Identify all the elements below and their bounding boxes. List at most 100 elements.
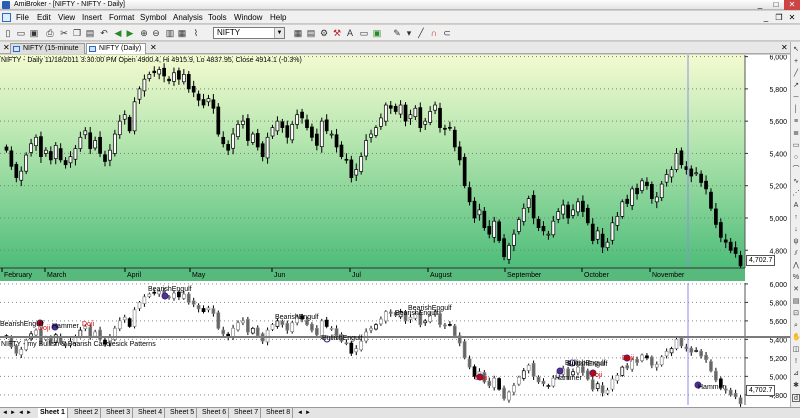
hand-icon[interactable]: ✋ <box>792 334 800 342</box>
open-icon[interactable]: ▭ <box>15 27 27 39</box>
save-icon[interactable]: ▣ <box>28 27 40 39</box>
text-tool-icon[interactable]: A <box>792 202 800 210</box>
close-button[interactable]: ✕ <box>784 0 800 10</box>
crosshair-icon[interactable]: + <box>792 58 800 66</box>
tab-close-active[interactable]: ✕ <box>150 42 157 54</box>
sheet-prev-button-2[interactable]: ◄ <box>18 409 24 418</box>
sheet-tab-2[interactable]: Sheet 2 <box>72 408 102 418</box>
sheet-next-button[interactable]: ► <box>10 409 16 418</box>
chevron-down-icon[interactable]: ▼ <box>274 28 284 38</box>
alert-icon[interactable]: ! <box>792 358 800 366</box>
channel-icon[interactable]: ≡ <box>792 118 800 126</box>
mdi-close-button[interactable]: ✕ <box>786 12 798 23</box>
menu-insert[interactable]: Insert <box>82 11 102 24</box>
arc-icon[interactable]: ⌒ <box>792 166 800 174</box>
line-tool-icon[interactable]: ╱ <box>792 70 800 78</box>
sheet-tab-6[interactable]: Sheet 6 <box>200 408 230 418</box>
line-chart-icon[interactable]: ⌇ <box>190 27 202 39</box>
new-icon[interactable]: ▯ <box>2 27 14 39</box>
hammer-icon[interactable]: ⚒ <box>331 27 343 39</box>
menu-symbol[interactable]: Symbol <box>140 11 167 24</box>
menu-window[interactable]: Window <box>234 11 262 24</box>
properties-d-icon[interactable]: d <box>792 394 800 402</box>
properties-tool-icon[interactable]: ▤ <box>792 298 800 306</box>
menu-analysis[interactable]: Analysis <box>173 11 203 24</box>
pointer-icon[interactable]: ↖ <box>792 46 800 54</box>
zoom-out-icon[interactable]: ⊖ <box>150 27 162 39</box>
undo-icon[interactable]: ↶ <box>98 27 110 39</box>
chart-svg[interactable]: 6,0005,8005,6005,4005,2005,0004,800Febru… <box>0 55 790 407</box>
tab-nifty-15-minute[interactable]: NIFTY (15-minute <box>10 43 85 54</box>
pencil-icon[interactable]: ✎ <box>391 27 403 39</box>
magnet-icon[interactable]: ∩ <box>428 27 440 39</box>
sheet-scroll-left[interactable]: ◄ <box>297 409 303 418</box>
layer-icon[interactable]: ◫ <box>792 346 800 354</box>
back-icon[interactable]: ◀ <box>112 27 124 39</box>
regression-icon[interactable]: ⫽ <box>792 250 800 258</box>
bar-chart-icon[interactable]: ▥ <box>164 27 176 39</box>
hline-icon[interactable]: ─ <box>792 94 800 102</box>
arrow-up-icon[interactable]: ↑ <box>792 214 800 222</box>
delete-icon[interactable]: ✕ <box>792 286 800 294</box>
pitchfork-icon[interactable]: ψ <box>792 238 800 246</box>
pane-splitter[interactable] <box>0 336 790 338</box>
rect-icon[interactable]: ▭ <box>792 142 800 150</box>
mdi-restore-button[interactable]: ❐ <box>773 12 785 23</box>
forward-icon[interactable]: ▶ <box>124 27 136 39</box>
sheet-tab-8[interactable]: Sheet 8 <box>264 408 294 418</box>
layout-icon[interactable]: ▦ <box>292 27 304 39</box>
sheet-tab-5[interactable]: Sheet 5 <box>168 408 198 418</box>
properties-icon[interactable]: ⚙ <box>318 27 330 39</box>
minimize-button[interactable]: _ <box>752 0 768 10</box>
sheet-tab-7[interactable]: Sheet 7 <box>232 408 262 418</box>
lock-icon[interactable]: ⊡ <box>792 310 800 318</box>
cut-icon[interactable]: ✂ <box>58 27 70 39</box>
menu-view[interactable]: View <box>58 11 75 24</box>
dictionary-icon[interactable]: ▭ <box>358 27 370 39</box>
menu-file[interactable]: File <box>16 11 29 24</box>
zigzag-icon[interactable]: ⋀ <box>792 262 800 270</box>
percent-icon[interactable]: % <box>792 274 800 282</box>
copy-icon[interactable]: ❐ <box>71 27 83 39</box>
menu-edit[interactable]: Edit <box>37 11 51 24</box>
text-icon[interactable]: A <box>344 27 356 39</box>
price-candle-body <box>44 149 48 154</box>
document-menu-icon[interactable] <box>2 13 11 22</box>
maximize-button[interactable]: □ <box>768 0 784 10</box>
color-dropdown-icon[interactable]: ▾ <box>403 27 415 39</box>
zoom-in-icon[interactable]: ⊕ <box>138 27 150 39</box>
magnify-icon[interactable]: ⌕ <box>792 322 800 330</box>
gann-icon[interactable]: ⋰ <box>792 190 800 198</box>
calendar-icon[interactable]: ▤ <box>305 27 317 39</box>
arrow-down-icon[interactable]: ↓ <box>792 226 800 234</box>
fib-icon[interactable]: ≣ <box>792 130 800 138</box>
sheet-tab-3[interactable]: Sheet 3 <box>104 408 134 418</box>
sheet-scroll-right[interactable]: ► <box>305 409 311 418</box>
snap-icon[interactable]: ⊂ <box>441 27 453 39</box>
menu-format[interactable]: Format <box>109 11 134 24</box>
sheet-next-button-2[interactable]: ► <box>26 409 32 418</box>
print-icon[interactable]: ⎙ <box>44 27 56 39</box>
candlestick-icon[interactable]: ▦ <box>176 27 188 39</box>
mdi-minimize-button[interactable]: _ <box>760 12 772 23</box>
chart-area[interactable]: 6,000 5,800 5,600 5,400 5,200 5,000 4,800 Febru… <box>0 55 790 407</box>
menu-tools[interactable]: Tools <box>208 11 227 24</box>
measure-icon[interactable]: ⊿ <box>792 370 800 378</box>
vline-icon[interactable]: │ <box>792 106 800 114</box>
menu-help[interactable]: Help <box>270 11 286 24</box>
paste-icon[interactable]: ▤ <box>84 27 96 39</box>
star-icon[interactable]: ✱ <box>792 382 800 390</box>
ray-tool-icon[interactable]: ↗ <box>792 82 800 90</box>
trendline-icon[interactable]: ╱ <box>415 27 427 39</box>
pattern-candle-body <box>19 349 24 356</box>
sheet-prev-button[interactable]: ◄ <box>2 409 8 418</box>
ellipse-icon[interactable]: ○ <box>792 154 800 162</box>
tab-nifty-daily[interactable]: NIFTY (Daily) <box>86 43 146 54</box>
sheet-tab-4[interactable]: Sheet 4 <box>136 408 166 418</box>
tab-scroll-close[interactable]: ✕ <box>781 42 788 54</box>
sheet-tab-1[interactable]: Sheet 1 <box>38 408 68 418</box>
symbol-combobox[interactable]: NIFTY ▼ <box>213 27 285 39</box>
scan-icon[interactable]: ▣ <box>371 27 383 39</box>
cycle-icon[interactable]: ∿ <box>792 178 800 186</box>
tab-close-button[interactable]: ✕ <box>3 42 10 54</box>
